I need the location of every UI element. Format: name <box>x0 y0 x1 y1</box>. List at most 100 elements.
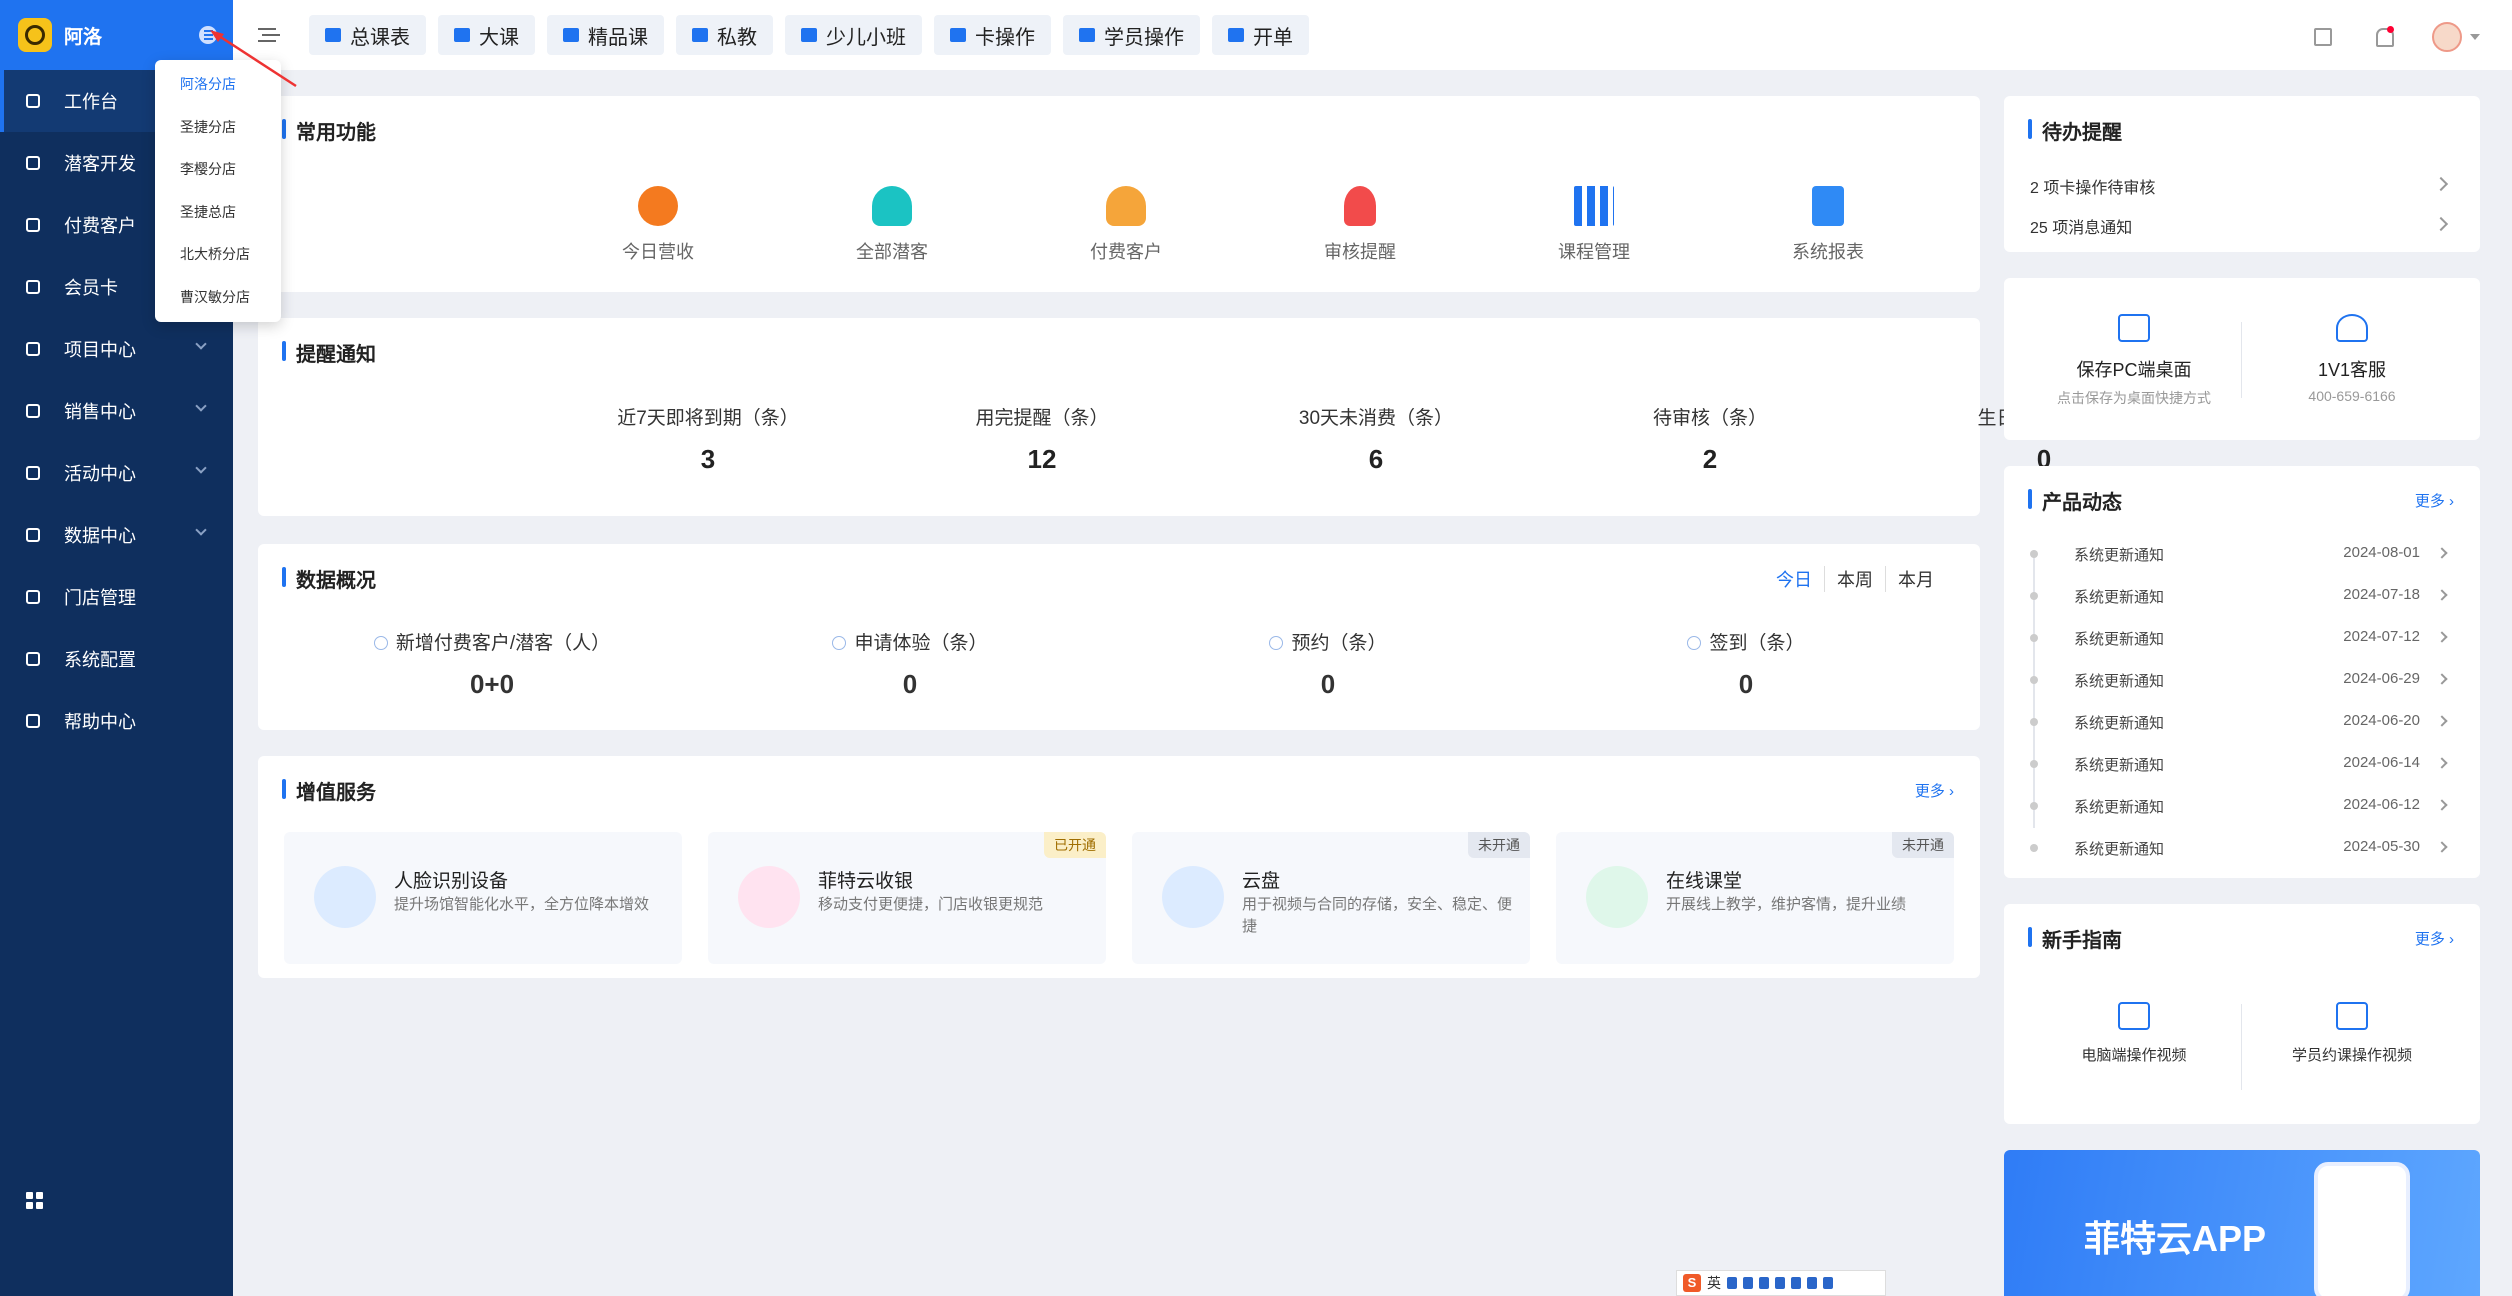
sidebar-item-data[interactable]: 数据中心 <box>0 504 233 566</box>
period-today-tab[interactable]: 今日 <box>1764 566 1824 592</box>
menu-grid-icon[interactable] <box>1823 1277 1833 1289</box>
shortcut-sub: 400-659-6166 <box>2308 388 2396 404</box>
todo-item[interactable]: 25 项消息通知 <box>2030 214 2450 238</box>
shortcut-name: 保存PC端桌面 <box>2076 360 2192 380</box>
overview-label: 签到（条） <box>1709 633 1805 654</box>
func-review-reminder[interactable]: 审核提醒 <box>1300 186 1420 264</box>
overview-value: 0 <box>1738 669 1754 699</box>
sidebar-item-label: 销售中心 <box>64 402 136 422</box>
service-item[interactable]: 人脸识别设备 提升场馆智能化水平，全方位降本增效 <box>284 832 682 964</box>
person-icon <box>872 186 912 226</box>
quick-order-button[interactable]: 开单 <box>1212 15 1309 55</box>
service-item[interactable]: 在线课堂 开展线上教学，维护客情，提升业绩 未开通 <box>1556 832 1954 964</box>
prospect-icon <box>24 154 42 172</box>
news-item[interactable]: 系统更新通知 2024-06-14 <box>2030 754 2450 774</box>
news-item[interactable]: 系统更新通知 2024-06-29 <box>2030 670 2450 690</box>
reminder-stat[interactable]: 30天未消费（条） 6 <box>1266 403 1486 475</box>
news-item[interactable]: 系统更新通知 2024-05-30 <box>2030 838 2450 858</box>
store-option[interactable]: 北大桥分店 <box>155 240 281 283</box>
todo-card: 待办提醒 2 项卡操作待审核 25 项消息通知 <box>2004 96 2480 252</box>
clock-icon <box>1269 636 1284 650</box>
money-bag-icon <box>638 186 678 226</box>
news-more-link[interactable]: 更多 › <box>2415 490 2454 511</box>
reminder-stat[interactable]: 待审核（条） 2 <box>1600 403 1820 475</box>
sidebar-item-sales[interactable]: 销售中心 <box>0 380 233 442</box>
card-title: 新手指南 <box>2028 924 2122 953</box>
quick-premium-class-button[interactable]: 精品课 <box>547 15 664 55</box>
overview-stat: 申请体验（条） 0 <box>760 628 1060 700</box>
func-paid-customers[interactable]: 付费客户 <box>1066 186 1186 264</box>
ime-language-toggle[interactable]: 英 <box>1707 1273 1721 1293</box>
service-item[interactable]: 菲特云收银 移动支付更便捷，门店收银更规范 已开通 <box>708 832 1106 964</box>
mic-icon[interactable] <box>1759 1277 1769 1289</box>
reminder-stat[interactable]: 近7天即将到期（条） 3 <box>598 403 818 475</box>
news-item[interactable]: 系统更新通知 2024-07-18 <box>2030 586 2450 606</box>
service-item[interactable]: 云盘 用于视频与合同的存储，安全、稳定、便捷 未开通 <box>1132 832 1530 964</box>
news-item[interactable]: 系统更新通知 2024-08-01 <box>2030 544 2450 564</box>
store-icon <box>24 588 42 606</box>
period-month-tab[interactable]: 本月 <box>1885 566 1946 592</box>
bell-icon[interactable] <box>2372 26 2394 48</box>
news-item[interactable]: 系统更新通知 2024-06-20 <box>2030 712 2450 732</box>
sidebar-item-activity[interactable]: 活动中心 <box>0 442 233 504</box>
quick-private-coach-button[interactable]: 私教 <box>676 15 773 55</box>
apps-grid-icon[interactable] <box>26 1192 44 1210</box>
save-desktop-shortcut[interactable]: 保存PC端桌面 点击保存为桌面快捷方式 <box>2034 314 2234 408</box>
quick-schedule-button[interactable]: 总课表 <box>309 15 426 55</box>
func-label: 系统报表 <box>1792 242 1864 262</box>
sidebar-item-label: 活动中心 <box>64 464 136 484</box>
overview-label: 新增付费客户/潜客（人） <box>395 633 611 654</box>
quick-kids-class-button[interactable]: 少儿小班 <box>785 15 922 55</box>
quick-card-operation-button[interactable]: 卡操作 <box>934 15 1051 55</box>
project-icon <box>24 340 42 358</box>
guide-item[interactable]: 电脑端操作视频 <box>2034 1002 2234 1065</box>
tools-icon[interactable] <box>1791 1277 1801 1289</box>
guide-item[interactable]: 学员约课操作视频 <box>2252 1002 2452 1065</box>
news-item[interactable]: 系统更新通知 2024-06-12 <box>2030 796 2450 816</box>
sidebar-item-project[interactable]: 项目中心 <box>0 318 233 380</box>
store-dropdown: 阿洛分店 圣捷分店 李樱分店 圣捷总店 北大桥分店 曹汉敏分店 <box>155 60 281 322</box>
apps-icon[interactable] <box>2312 26 2334 48</box>
guide-more-link[interactable]: 更多 › <box>2415 928 2454 949</box>
services-more-link[interactable]: 更多 › <box>1915 780 1954 801</box>
news-item[interactable]: 系统更新通知 2024-07-12 <box>2030 628 2450 648</box>
sidebar-item-label: 项目中心 <box>64 340 136 360</box>
punctuation-icon[interactable] <box>1727 1277 1737 1289</box>
quick-actions: 总课表 大课 精品课 私教 少儿小班 卡操作 学员操作 开单 <box>309 15 1309 55</box>
func-course-management[interactable]: 课程管理 <box>1534 186 1654 264</box>
app-banner[interactable]: 菲特云APP <box>2004 1150 2480 1296</box>
books-icon <box>1574 186 1614 226</box>
emoji-icon[interactable] <box>1743 1277 1753 1289</box>
func-system-reports[interactable]: 系统报表 <box>1768 186 1888 264</box>
reminder-stat[interactable]: 用完提醒（条） 12 <box>932 403 1152 475</box>
brand-name: 阿洛 <box>64 26 103 48</box>
card-title: 常用功能 <box>282 116 376 145</box>
quick-student-operation-button[interactable]: 学员操作 <box>1063 15 1200 55</box>
monitor-icon <box>2118 314 2150 342</box>
chevron-down-icon <box>195 338 207 350</box>
caret-down-icon[interactable] <box>2470 34 2480 40</box>
func-today-revenue[interactable]: 今日营收 <box>598 186 718 264</box>
customer-service-shortcut[interactable]: 1V1客服 400-659-6166 <box>2252 314 2452 404</box>
status-badge: 未开通 <box>1892 832 1954 858</box>
sidebar-item-store[interactable]: 门店管理 <box>0 566 233 628</box>
bell-icon <box>1344 186 1376 226</box>
chevron-right-icon <box>2436 799 2448 811</box>
quick-group-class-button[interactable]: 大课 <box>438 15 535 55</box>
book-icon <box>454 28 470 42</box>
store-option[interactable]: 曹汉敏分店 <box>155 283 281 326</box>
sidebar-item-settings[interactable]: 系统配置 <box>0 628 233 690</box>
func-all-prospects[interactable]: 全部潜客 <box>832 186 952 264</box>
store-option[interactable]: 圣捷总店 <box>155 198 281 241</box>
annotation-arrow-icon <box>210 30 297 88</box>
keyboard-icon[interactable] <box>1775 1277 1785 1289</box>
store-option[interactable]: 圣捷分店 <box>155 113 281 156</box>
skin-icon[interactable] <box>1807 1277 1817 1289</box>
period-week-tab[interactable]: 本周 <box>1824 566 1885 592</box>
avatar[interactable] <box>2432 22 2462 52</box>
sidebar-item-label: 会员卡 <box>64 278 118 298</box>
todo-item[interactable]: 2 项卡操作待审核 <box>2030 174 2450 198</box>
sidebar-item-help[interactable]: 帮助中心 <box>0 690 233 752</box>
store-option[interactable]: 李樱分店 <box>155 155 281 198</box>
chevron-right-icon <box>2436 757 2448 769</box>
